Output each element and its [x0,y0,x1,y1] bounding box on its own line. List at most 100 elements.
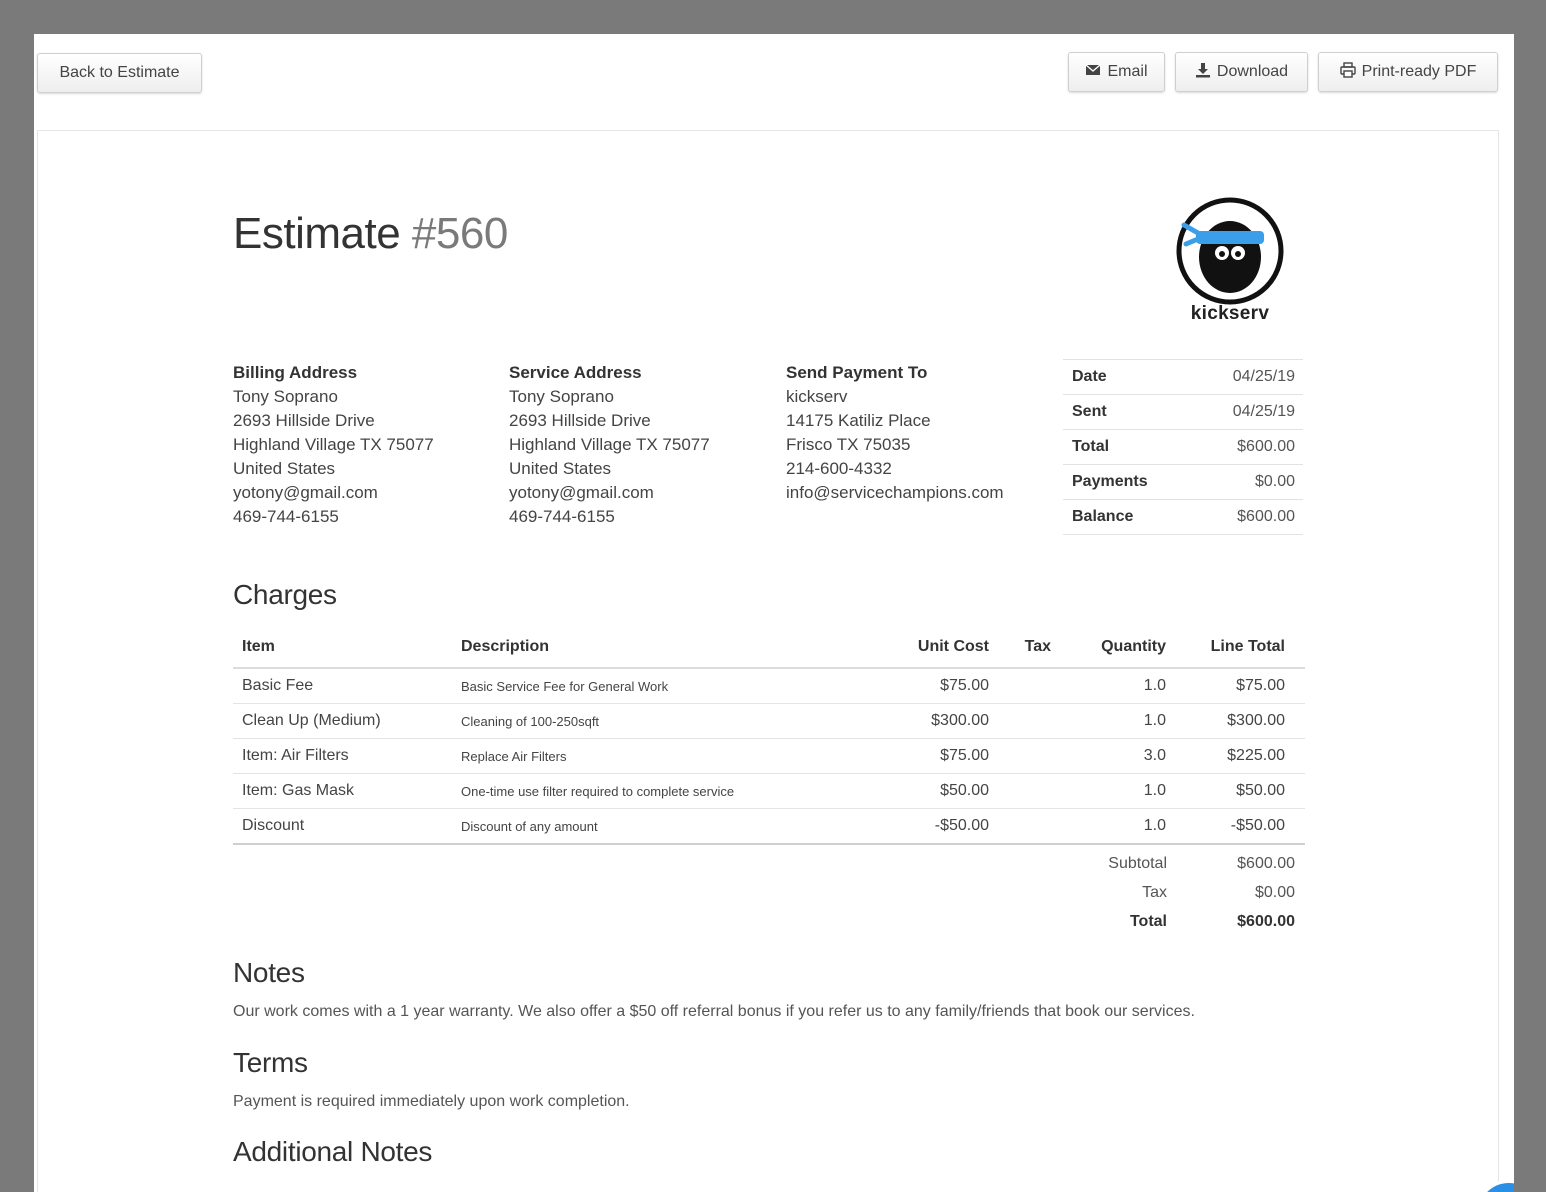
cell-item: Basic Fee [242,677,314,694]
service-address: Service Address Tony Soprano 2693 Hillsi… [509,361,710,529]
estimate-title-word: Estimate [233,209,401,258]
email-button-label: Email [1107,63,1148,80]
service-line: Tony Soprano [509,387,614,406]
billing-address: Billing Address Tony Soprano 2693 Hillsi… [233,361,434,529]
summary-row-balance: Balance $600.00 [1063,500,1303,535]
summary-label: Sent [1072,403,1107,420]
charges-totals: Subtotal $600.00 Tax $0.00 Total $600.00 [1033,849,1305,936]
terms-heading: Terms [233,1047,308,1078]
cell-item: Discount [242,817,305,834]
summary-label: Payments [1072,473,1148,490]
cell-quantity: 1.0 [1143,677,1166,694]
service-line: Highland Village TX 75077 [509,435,710,454]
send-payment-to: Send Payment To kickserv 14175 Katiliz P… [786,361,1004,505]
cell-line-total: $75.00 [1236,677,1285,694]
estimate-document: Estimate #560 kickserv Billing Address T… [37,130,1499,1192]
col-header-item: Item [242,638,275,655]
cell-unit-cost: $75.00 [940,677,989,694]
total-label: Total [1129,912,1167,930]
billing-line: Tony Soprano [233,387,338,406]
download-button-label: Download [1216,63,1289,80]
send-payment-heading: Send Payment To [786,363,928,382]
summary-value: $600.00 [1237,438,1295,455]
table-row: Clean Up (Medium) Cleaning of 100-250sqf… [233,704,1305,739]
billing-line: 2693 Hillside Drive [233,411,375,430]
col-header-description: Description [461,638,550,655]
summary-label: Total [1072,438,1110,455]
tax-value: $0.00 [1254,883,1295,901]
subtotal-row: Subtotal $600.00 [1033,849,1305,878]
col-header-line-total: Line Total [1210,638,1285,655]
notes-heading: Notes [233,957,305,988]
download-button[interactable]: Download [1175,52,1308,92]
email-button[interactable]: Email [1068,52,1165,92]
logo-wordmark: kickserv [1190,303,1270,324]
billing-line: yotony@gmail.com [233,483,378,502]
estimate-content: Estimate #560 kickserv Billing Address T… [233,131,1305,1192]
service-address-heading: Service Address [509,363,642,382]
back-to-estimate-button[interactable]: Back to Estimate [37,53,202,93]
notes-text: Our work comes with a 1 year warranty. W… [233,1003,1195,1020]
summary-value: $0.00 [1254,473,1295,490]
subtotal-value: $600.00 [1237,854,1295,872]
table-row: Item: Gas Mask One-time use filter requi… [233,774,1305,809]
billing-line: Highland Village TX 75077 [233,435,434,454]
print-ready-pdf-button[interactable]: Print-ready PDF [1318,52,1498,92]
cell-unit-cost: $50.00 [940,782,989,799]
charges-table: Item Description Unit Cost Tax Quantity … [233,627,1305,845]
estimate-title: Estimate #560 [233,209,508,259]
cell-quantity: 1.0 [1143,817,1166,834]
summary-row-sent: Sent 04/25/19 [1063,395,1303,430]
summary-label: Balance [1072,508,1134,525]
back-button-label: Back to Estimate [59,64,180,81]
cell-unit-cost: $75.00 [940,747,989,764]
cell-item: Clean Up (Medium) [242,712,381,729]
cell-description: Basic Service Fee for General Work [461,678,669,694]
company-logo: kickserv [1173,197,1287,325]
summary-label: Date [1072,368,1107,385]
envelope-icon [1085,62,1101,83]
payto-line: 14175 Katiliz Place [786,411,931,430]
summary-row-date: Date 04/25/19 [1063,360,1303,395]
table-row: Item: Air Filters Replace Air Filters $7… [233,739,1305,774]
cell-unit-cost: -$50.00 [934,817,989,834]
billing-line: United States [233,459,336,478]
summary-row-total: Total $600.00 [1063,430,1303,465]
print-button-label: Print-ready PDF [1361,63,1477,80]
charges-header-row: Item Description Unit Cost Tax Quantity … [233,627,1305,669]
ninja-logo-icon [1176,197,1284,305]
estimate-number: #560 [411,209,508,258]
cell-item: Item: Gas Mask [242,782,355,799]
tax-label: Tax [1142,883,1167,901]
toolbar: Back to Estimate Email Download Print-re… [34,34,1514,130]
summary-value: 04/25/19 [1232,403,1295,420]
estimate-window: Back to Estimate Email Download Print-re… [34,34,1514,1192]
cell-unit-cost: $300.00 [931,712,989,729]
total-row: Total $600.00 [1033,907,1305,936]
cell-description: Replace Air Filters [461,748,567,764]
cell-quantity: 3.0 [1143,747,1166,764]
summary-value: 04/25/19 [1232,368,1295,385]
service-line: United States [509,459,612,478]
cell-item: Item: Air Filters [242,747,349,764]
cell-quantity: 1.0 [1143,782,1166,799]
payto-line: 214-600-4332 [786,459,892,478]
billing-line: 469-744-6155 [233,507,339,526]
terms-text: Payment is required immediately upon wor… [233,1093,630,1110]
subtotal-label: Subtotal [1108,854,1167,872]
summary-value: $600.00 [1237,508,1295,525]
payto-line: info@servicechampions.com [786,483,1004,502]
payto-line: Frisco TX 75035 [786,435,911,454]
billing-address-heading: Billing Address [233,363,358,382]
cell-description: Cleaning of 100-250sqft [461,713,600,729]
cell-line-total: $225.00 [1227,747,1285,764]
total-value: $600.00 [1237,912,1295,930]
col-header-quantity: Quantity [1101,638,1166,655]
cell-line-total: $300.00 [1227,712,1285,729]
table-row: Basic Fee Basic Service Fee for General … [233,669,1305,704]
service-line: 2693 Hillside Drive [509,411,651,430]
cell-line-total: $50.00 [1236,782,1285,799]
cell-description: One-time use filter required to complete… [461,783,735,799]
cell-description: Discount of any amount [461,818,598,834]
charges-heading: Charges [233,579,337,610]
